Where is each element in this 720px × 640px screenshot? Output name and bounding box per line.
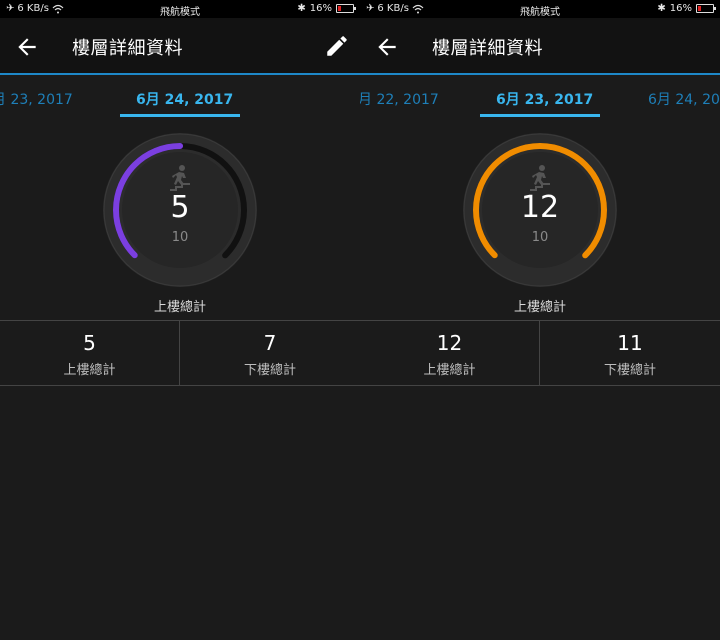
app-bar: 樓層詳細資料 xyxy=(0,18,360,74)
stat-floors-up: 12 上樓總計 xyxy=(360,321,540,385)
arrow-left-icon[interactable] xyxy=(374,34,400,60)
bluetooth-icon: ✱ xyxy=(657,3,666,14)
date-tab-indicator xyxy=(120,114,240,117)
status-bar: ✈ 6 KB/s 飛航模式 ✱ 16% xyxy=(360,0,720,18)
gauge-value: 5 xyxy=(170,190,190,225)
battery-icon xyxy=(696,4,716,13)
gauge-goal: 10 xyxy=(531,230,549,245)
stat-label: 下樓總計 xyxy=(603,363,656,378)
date-tab-prev[interactable]: 月 22, 2017 xyxy=(360,89,439,109)
stats-row: 12 上樓總計 11 下樓總計 xyxy=(360,320,720,386)
stat-floors-down: 7 下樓總計 xyxy=(180,321,360,385)
date-tab-current[interactable]: 6月 23, 2017 xyxy=(496,89,593,109)
gauge-label: 上樓總計 xyxy=(513,300,566,315)
stat-value: 12 xyxy=(436,331,463,355)
gauge-goal: 10 xyxy=(171,230,189,245)
stat-label: 下樓總計 xyxy=(243,363,296,378)
stat-value: 5 xyxy=(83,331,96,355)
stat-label: 上樓總計 xyxy=(63,363,116,378)
floors-screen-right: ✈ 6 KB/s 飛航模式 ✱ 16% 樓層詳細資料 月 22, 2017 6月… xyxy=(360,0,720,640)
bluetooth-icon: ✱ xyxy=(297,3,306,14)
stat-value: 7 xyxy=(263,331,277,355)
stat-floors-down: 11 下樓總計 xyxy=(540,321,720,385)
gauge-label: 上樓總計 xyxy=(153,300,206,315)
date-tab-current[interactable]: 6月 24, 2017 xyxy=(136,89,233,109)
date-tabs: 月 23, 2017 6月 24, 2017 xyxy=(0,75,360,119)
app-bar: 樓層詳細資料 xyxy=(360,18,720,74)
status-bar: ✈ 6 KB/s 飛航模式 ✱ 16% xyxy=(0,0,360,18)
battery-icon xyxy=(336,4,356,13)
status-right: ✱ 16% xyxy=(297,3,356,14)
date-tab-next[interactable]: 6月 24, 2017 xyxy=(648,89,720,109)
date-tab-indicator xyxy=(480,114,600,117)
date-tabs: 月 22, 2017 6月 23, 2017 6月 24, 2017 xyxy=(360,75,720,119)
battery-percent: 16% xyxy=(309,3,332,14)
floors-gauge: 12 10 xyxy=(462,132,618,288)
arrow-left-icon[interactable] xyxy=(14,34,40,60)
stairs-walker-icon xyxy=(170,165,190,191)
status-right: ✱ 16% xyxy=(657,3,716,14)
page-title: 樓層詳細資料 xyxy=(72,38,183,59)
stat-value: 11 xyxy=(617,331,643,355)
gauge-value: 12 xyxy=(520,190,560,225)
stat-floors-up: 5 上樓總計 xyxy=(0,321,180,385)
floors-gauge: 5 10 xyxy=(102,132,258,288)
floors-screen-left: ✈ 6 KB/s 飛航模式 ✱ 16% 樓層詳細資料 月 23, 2017 6月… xyxy=(0,0,360,640)
stat-label: 上樓總計 xyxy=(423,363,476,378)
battery-percent: 16% xyxy=(669,3,692,14)
date-tab-prev[interactable]: 月 23, 2017 xyxy=(0,89,73,109)
stats-row: 5 上樓總計 7 下樓總計 xyxy=(0,320,360,386)
stairs-walker-icon xyxy=(530,165,550,191)
pencil-icon[interactable] xyxy=(324,33,350,59)
page-title: 樓層詳細資料 xyxy=(432,38,543,59)
